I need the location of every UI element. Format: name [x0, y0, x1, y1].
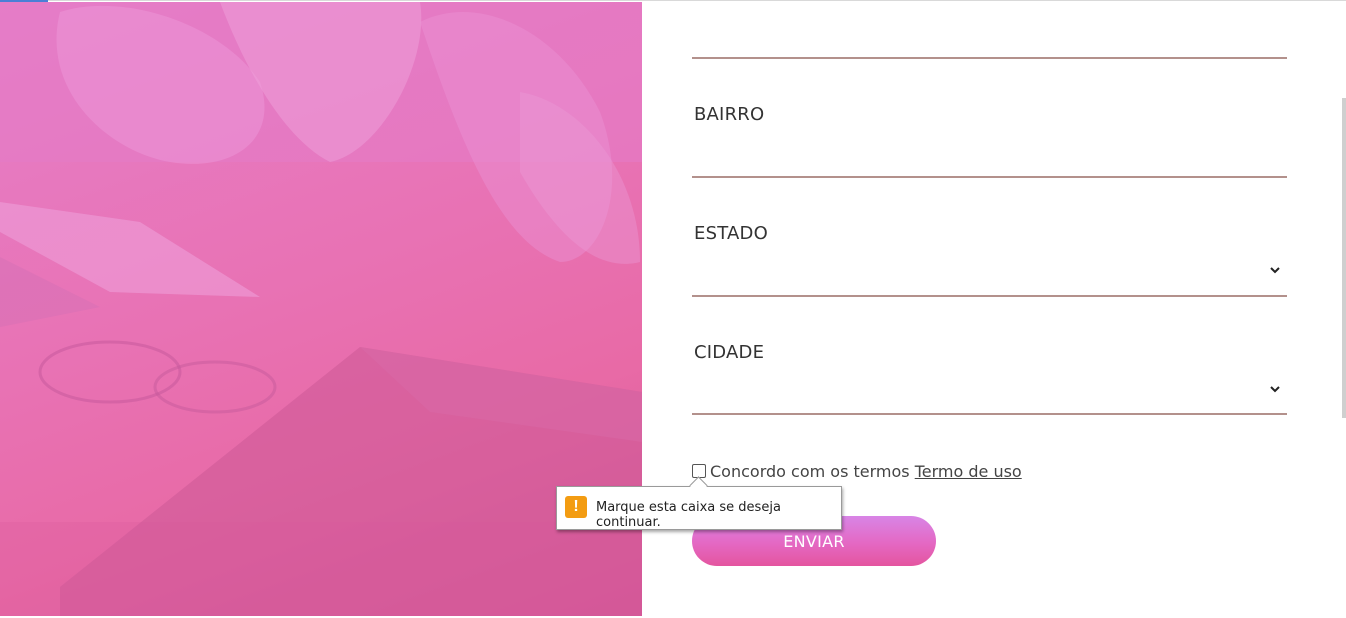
estado-select[interactable]	[692, 255, 1287, 295]
terms-link[interactable]: Termo de uso	[915, 462, 1022, 481]
cidade-select[interactable]	[692, 374, 1287, 414]
cidade-label: CIDADE	[694, 342, 765, 363]
chevron-down-icon	[1270, 267, 1280, 274]
field-underline	[692, 295, 1287, 297]
terms-consent: Concordo com os termos Termo de uso	[710, 462, 1022, 481]
text-field-top[interactable]	[692, 17, 1287, 57]
field-underline	[692, 413, 1287, 415]
hero-image	[0, 2, 642, 616]
warning-icon: !	[565, 496, 587, 518]
validation-message: Marque esta caixa se deseja continuar.	[596, 500, 781, 530]
bairro-input[interactable]	[692, 136, 1287, 176]
chevron-down-icon	[1270, 386, 1280, 393]
estado-label: ESTADO	[694, 223, 768, 244]
hero-photo-illustration	[0, 2, 642, 616]
bairro-label: BAIRRO	[694, 104, 765, 125]
field-underline	[692, 176, 1287, 178]
field-underline	[692, 57, 1287, 59]
scrollbar[interactable]	[1342, 98, 1346, 418]
terms-consent-text: Concordo com os termos	[710, 462, 910, 481]
